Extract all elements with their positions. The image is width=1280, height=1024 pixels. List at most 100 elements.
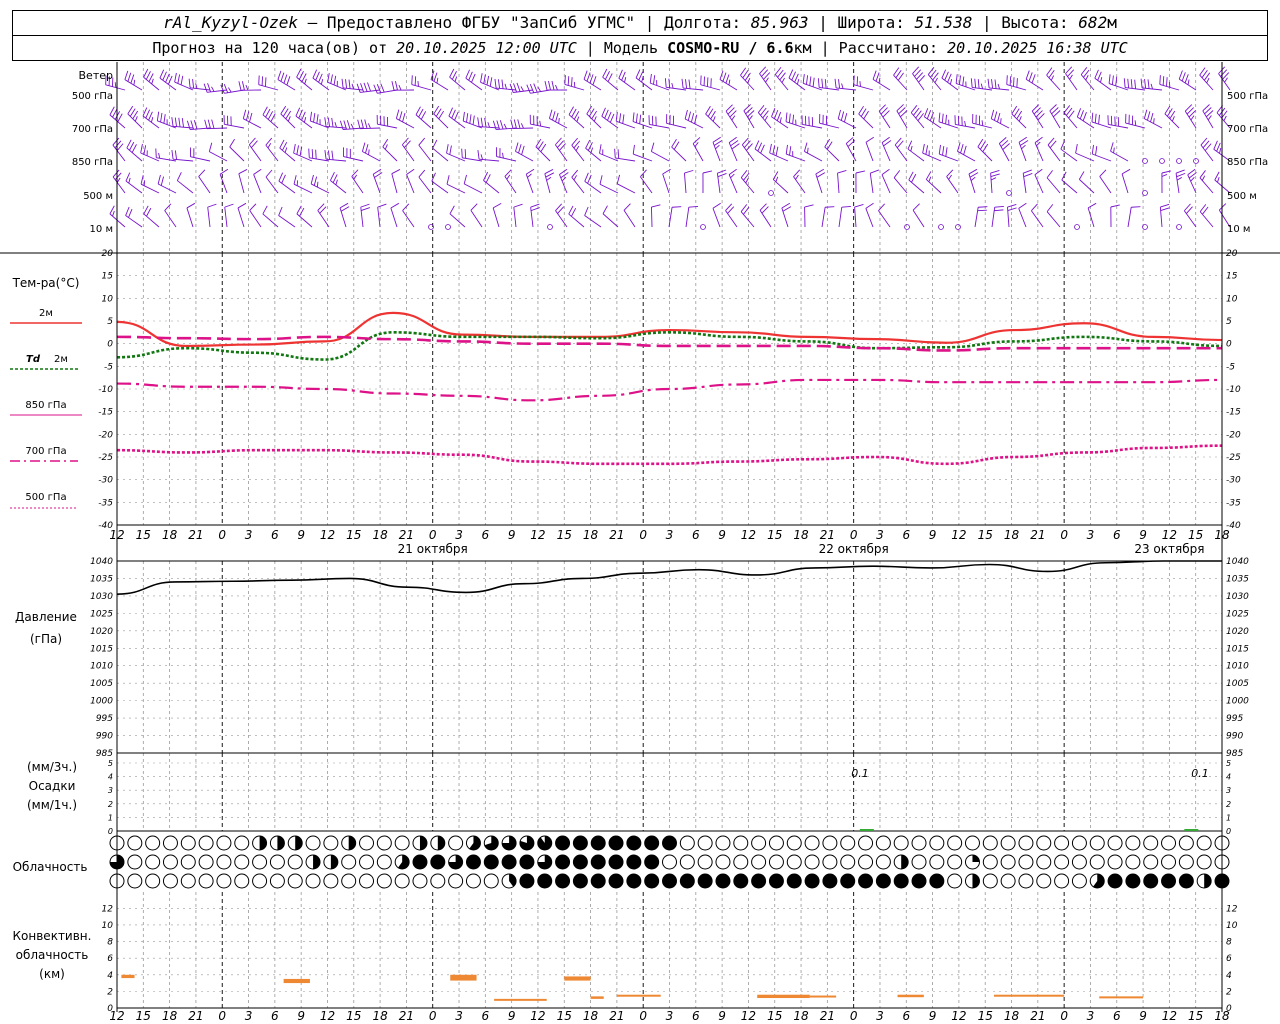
wind-barb-shaft [209,151,228,162]
wind-barb-feather [395,109,400,119]
wind-barb-shaft [759,73,772,91]
temp-y-tick: 10 [1226,294,1238,304]
pressure-y-tick: 1015 [90,644,113,654]
wind-barb-feather [717,169,727,174]
wind-barb-feather [351,83,354,90]
cloud-cover-circle [162,873,178,889]
wind-barb-shaft [173,158,194,162]
wind-barb-feather [622,114,625,124]
wind-barb-shaft [821,207,826,228]
wind-barb-feather [837,109,841,119]
legend-td-label: Td [26,354,41,365]
wind-barb-feather [418,108,424,118]
wind-barb-feather [146,207,152,217]
wind-barb-shaft [515,150,534,162]
wind-barb-feather [945,114,947,125]
wind-level-500m-right: 500 м [1227,191,1257,202]
wind-barb-feather [267,111,274,120]
cloud-cover-full [662,836,677,850]
wind-barb-feather [180,75,184,85]
wind-barb-feather [310,174,314,185]
cloud-cover-circle [1178,835,1194,851]
wind-barb-feather [128,177,131,184]
wind-barb-feather [311,149,314,159]
wind-barb-shaft [991,118,1010,129]
wind-barb-feather [684,169,694,174]
wind-barb-feather [672,206,682,208]
wind-level-10m: 10 м [90,224,113,235]
wind-barb-feather [545,172,555,178]
wind-barb-shaft [372,174,381,194]
wind-barb-feather [462,111,465,122]
wind-barb-shaft [415,114,432,129]
x-tick-label: 0 [639,1009,647,1023]
x-tick-label: 9 [1139,528,1147,542]
wind-barb-feather [923,108,929,117]
temp-y-tick: -20 [1226,430,1241,440]
wind-barb-feather [320,79,324,85]
cloud-cover-circle [1071,854,1087,870]
wind-barb-feather [687,111,691,121]
wind-barb-feather [466,113,469,123]
wind-barb-feather [619,113,622,123]
wind-barb-feather [707,108,714,117]
wind-barb-feather [607,73,613,82]
wind-barb-shaft [1047,144,1061,162]
wind-barb-feather [702,170,713,174]
x-tick-label: 3 [1087,528,1095,542]
wind-barb-feather [143,68,149,78]
wind-barb-feather [415,106,421,115]
wind-barb-feather [1123,78,1126,88]
wind-barb-feather [129,108,136,117]
cloud-cover-circle [786,835,802,851]
conv-cloud-bar [121,974,135,979]
pressure-y-tick: 1005 [90,679,113,689]
wind-barb-feather [418,137,426,146]
wind-barb-feather [340,206,350,212]
legend-td-suffix: 2м [54,354,68,365]
cloud-cover-circle [412,873,428,889]
wind-barb-feather [238,81,242,91]
cloud-cover-full [484,855,499,869]
cloud-cover-full [715,874,730,888]
wind-barb-feather [962,76,965,86]
conv-cloud-bar [757,994,810,999]
wind-barb-shaft [1199,211,1214,228]
wind-barb-feather [964,120,967,127]
cloud-cover-circle [1018,873,1034,889]
wind-barb-shaft [470,210,483,228]
wind-barb-feather [725,74,730,84]
wind-barb-shaft [125,215,143,228]
wind-barb-feather [615,112,618,122]
wind-barb-shaft [1077,116,1095,129]
pressure-y-tick: 1025 [90,609,113,619]
precip-y-tick: 2 [1226,800,1231,809]
wind-barb-shaft [640,176,653,194]
cloud-cover-full [573,855,588,869]
wind-barb-shaft [974,207,979,228]
wind-barb-shaft [743,110,755,129]
cloud-cover-full [822,874,837,888]
wind-barb-shaft [1202,110,1214,129]
wind-barb-feather [1176,172,1186,178]
pressure-y-tick: 1030 [1226,592,1249,602]
cloud-cover-circle [180,854,196,870]
wind-barb-feather [454,76,458,82]
wind-barb-shaft [815,173,823,194]
wind-level-500hpa-right: 500 гПа [1227,91,1268,102]
conv-cloud-bar [494,998,547,1001]
wind-barb-feather [330,74,333,84]
pressure-y-tick: 1035 [1226,574,1249,584]
wind-barb-feather [520,86,524,92]
x-tick-label: 18 [583,528,599,542]
wind-barb-feather [151,78,154,85]
wind-barb-shaft [253,174,262,194]
wind-barb-feather [186,202,196,209]
cloud-cover-circle [768,835,784,851]
temp-y-tick: 20 [1226,249,1238,259]
x-tick-label: 9 [718,528,726,542]
wind-barb-feather [315,149,317,159]
wind-barb-shaft [177,180,194,194]
wind-barb-shaft [769,152,789,162]
wind-barb-shaft [728,174,738,194]
